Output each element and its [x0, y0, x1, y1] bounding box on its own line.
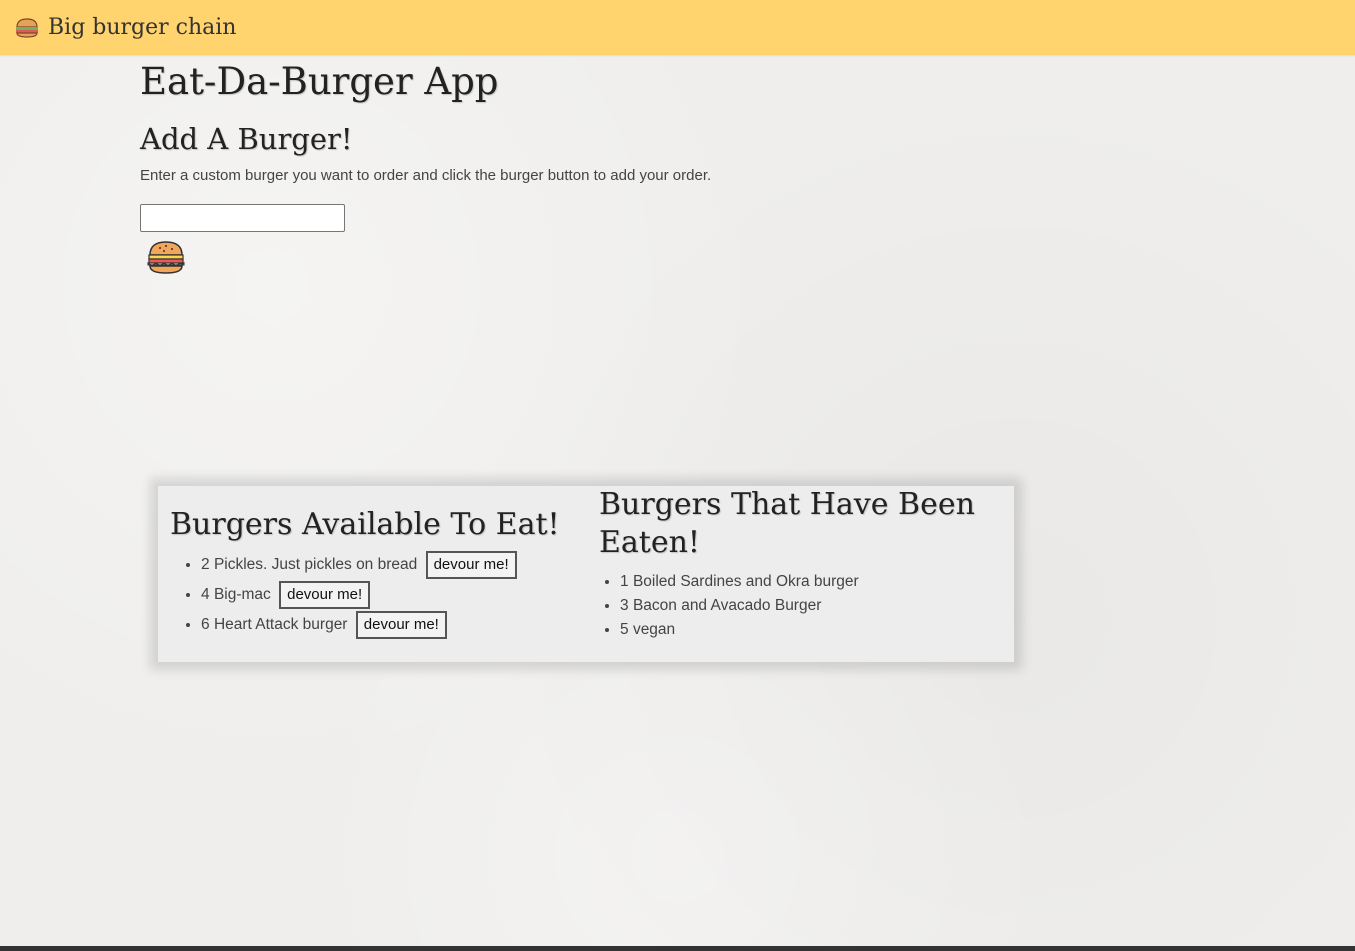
- page-title: Eat-Da-Burger App: [140, 60, 499, 103]
- burger-id: 4: [201, 586, 210, 603]
- bottom-border: [0, 946, 1355, 951]
- burgers-panel: Burgers Available To Eat! 2 Pickles. Jus…: [158, 486, 1014, 662]
- list-item: 3 Bacon and Avacado Burger: [620, 594, 999, 618]
- brand-link[interactable]: Big burger chain: [14, 0, 236, 55]
- available-heading: Burgers Available To Eat!: [170, 507, 560, 542]
- list-item: 4 Big-mac devour me!: [201, 580, 590, 610]
- eaten-list: 1 Boiled Sardines and Okra burger 3 Baco…: [599, 570, 999, 642]
- devour-button[interactable]: devour me!: [425, 550, 517, 579]
- brand-text: Big burger chain: [48, 15, 237, 40]
- add-burger-heading: Add A Burger!: [140, 122, 353, 156]
- burger-name: Heart Attack burger: [213, 616, 348, 633]
- burger-id: 1: [620, 573, 629, 590]
- burger-name: Pickles. Just pickles on bread: [213, 556, 418, 573]
- burger-id: 5: [620, 621, 629, 638]
- eaten-column: Burgers That Have Been Eaten! 1 Boiled S…: [599, 486, 999, 642]
- burger-icon: [146, 241, 186, 279]
- navbar: Big burger chain: [0, 0, 1355, 55]
- eaten-heading: Burgers That Have Been Eaten!: [599, 487, 975, 560]
- list-item: 6 Heart Attack burger devour me!: [201, 610, 590, 640]
- burger-name-input[interactable]: [140, 204, 345, 232]
- list-item: 2 Pickles. Just pickles on bread devour …: [201, 550, 590, 580]
- list-item: 5 vegan: [620, 618, 999, 642]
- burger-name: Bacon and Avacado Burger: [632, 597, 822, 614]
- burger-id: 2: [201, 556, 210, 573]
- burger-name: Boiled Sardines and Okra burger: [632, 573, 859, 590]
- instructions-text: Enter a custom burger you want to order …: [140, 167, 712, 184]
- main-container: Eat-Da-Burger App Add A Burger! Enter a …: [140, 56, 1040, 276]
- burger-name: Big-mac: [213, 586, 271, 603]
- burger-id: 3: [620, 597, 629, 614]
- burger-name: vegan: [632, 621, 676, 638]
- burger-icon: [14, 17, 40, 39]
- devour-button[interactable]: devour me!: [355, 610, 447, 639]
- available-list: 2 Pickles. Just pickles on bread devour …: [170, 550, 590, 640]
- devour-button[interactable]: devour me!: [279, 580, 371, 609]
- burger-id: 6: [201, 616, 210, 633]
- add-burger-button[interactable]: [146, 240, 186, 276]
- available-column: Burgers Available To Eat! 2 Pickles. Jus…: [170, 506, 590, 640]
- list-item: 1 Boiled Sardines and Okra burger: [620, 570, 999, 594]
